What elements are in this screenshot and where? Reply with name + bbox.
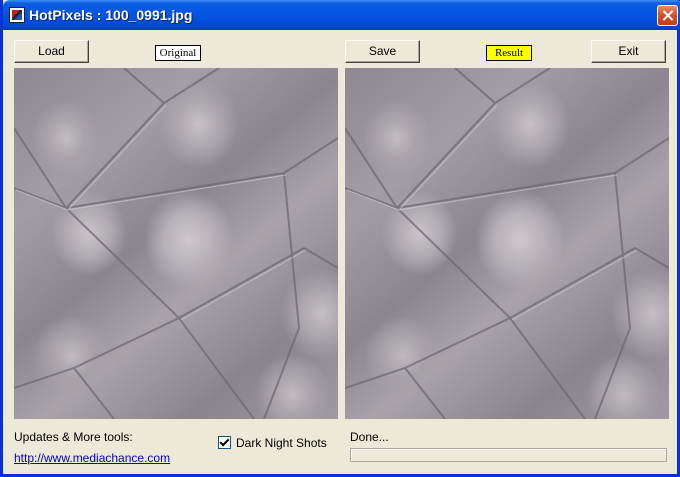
result-tag: Result	[486, 45, 532, 61]
dark-night-checkbox[interactable]	[218, 436, 231, 449]
app-icon[interactable]	[9, 7, 25, 23]
exit-button[interactable]: Exit	[591, 40, 666, 63]
progress-bar	[350, 448, 667, 462]
original-image-panel[interactable]	[14, 68, 338, 419]
title-bar[interactable]: HotPixels : 100_0991.jpg	[3, 0, 680, 30]
dark-night-label[interactable]: Dark Night Shots	[236, 436, 327, 450]
original-image	[14, 68, 338, 419]
save-button[interactable]: Save	[345, 40, 420, 63]
original-tag: Original	[155, 45, 201, 61]
result-image	[345, 68, 669, 419]
close-icon[interactable]	[657, 5, 678, 26]
status-text: Done...	[350, 430, 389, 444]
mediachance-link[interactable]: http://www.mediachance.com	[14, 451, 170, 465]
load-button[interactable]: Load	[14, 40, 89, 63]
result-image-panel[interactable]	[345, 68, 669, 419]
updates-label: Updates & More tools:	[14, 430, 133, 444]
window-title: HotPixels : 100_0991.jpg	[29, 7, 193, 23]
